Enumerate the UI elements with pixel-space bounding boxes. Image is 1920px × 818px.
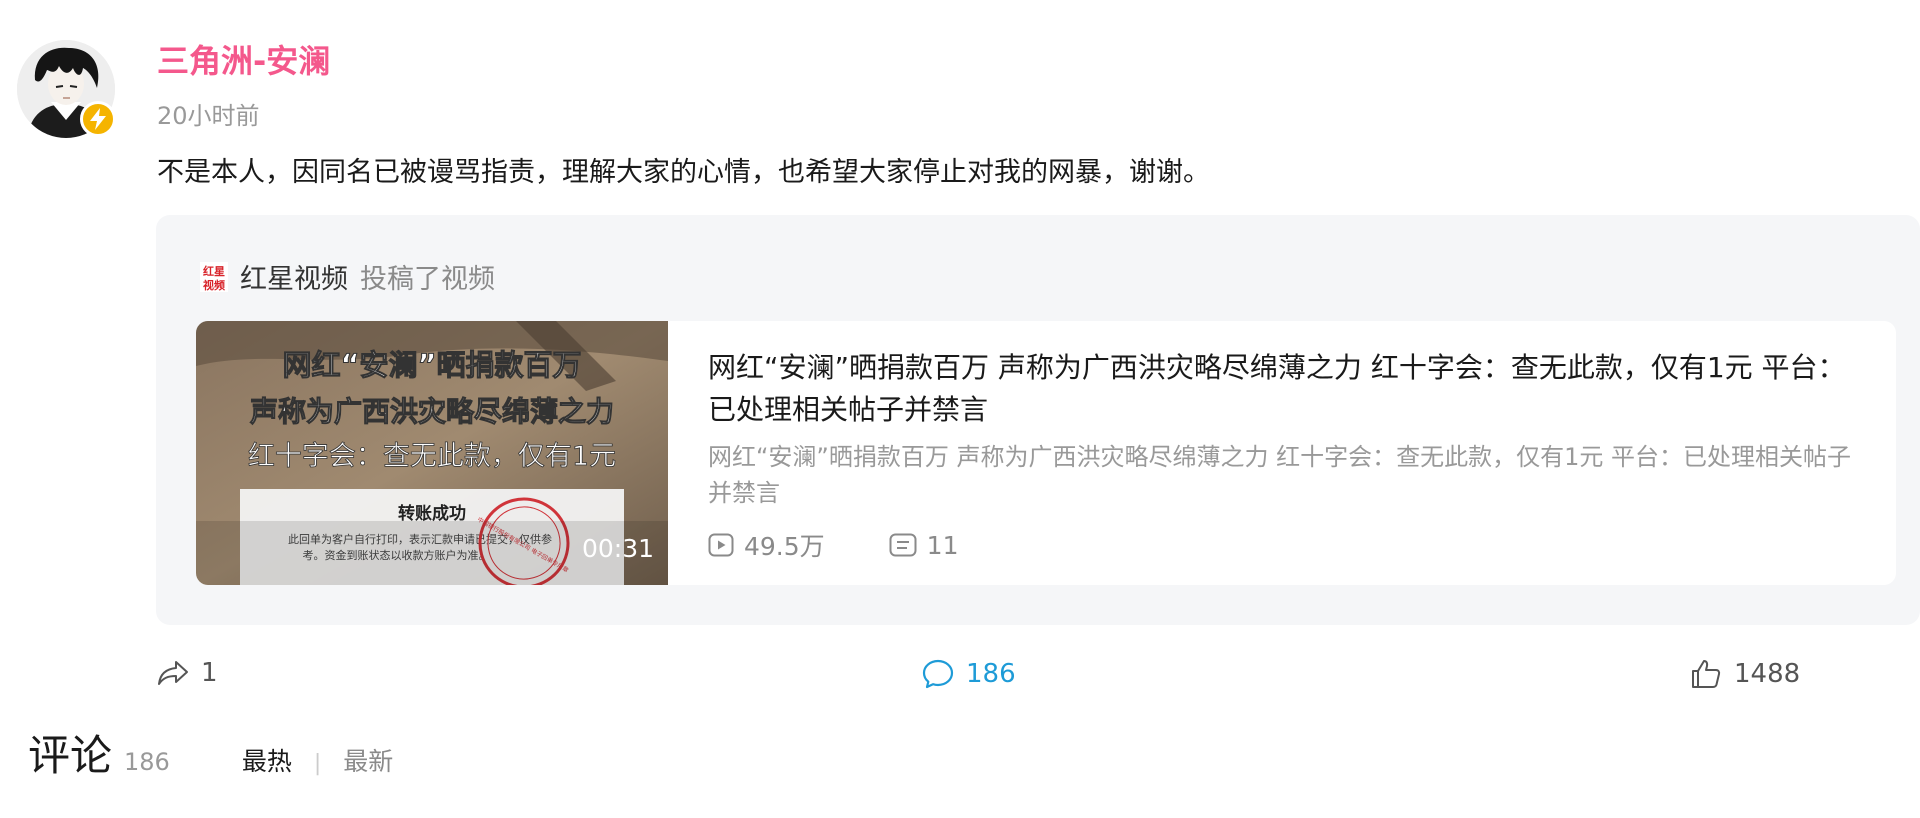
- svg-text:视频: 视频: [203, 278, 225, 292]
- thumb-title-line1: 网红“安澜”晒捐款百万: [282, 348, 581, 382]
- danmaku-count-value: 11: [926, 530, 959, 560]
- shared-video-card[interactable]: 红星 视频 红星视频 投稿了视频 网红“安澜”晒捐款百万 声称为广西洪灾略尽绵薄…: [156, 215, 1920, 625]
- like-button[interactable]: 1488: [1690, 658, 1800, 690]
- video-source-name[interactable]: 红星视频: [240, 257, 348, 296]
- view-count-value: 49.5万: [744, 532, 825, 561]
- comment-button[interactable]: 186: [922, 658, 1016, 690]
- sort-hot-tab[interactable]: 最热: [242, 742, 292, 778]
- play-count-icon: [708, 533, 734, 557]
- like-count: 1488: [1734, 659, 1801, 689]
- receipt-title: 转账成功: [398, 503, 466, 524]
- share-button[interactable]: 1: [157, 658, 218, 688]
- view-count: 49.5万: [708, 527, 825, 563]
- post-text: 不是本人，因同名已被谩骂指责，理解大家的心情，也希望大家停止对我的网暴，谢谢。: [157, 157, 1210, 188]
- danmaku-icon: [889, 533, 917, 557]
- share-count: 1: [201, 658, 218, 688]
- share-icon: [158, 661, 188, 685]
- thumb-title-line2: 声称为广西洪灾略尽绵薄之力: [250, 395, 614, 428]
- sort-divider: |: [313, 751, 322, 776]
- video-item[interactable]: 网红“安澜”晒捐款百万 声称为广西洪灾略尽绵薄之力 红十字会：查无此款，仅有1元…: [196, 321, 1896, 585]
- video-title[interactable]: 网红“安澜”晒捐款百万 声称为广西洪灾略尽绵薄之力 红十字会：查无此款，仅有1元…: [708, 347, 1868, 431]
- lightning-icon: [90, 108, 106, 130]
- comments-title: 评论: [28, 731, 113, 780]
- comments-header: 评论 186 最热 | 最新: [28, 722, 393, 783]
- svg-text:红星: 红星: [203, 264, 225, 278]
- video-stats: 49.5万 11: [708, 527, 1022, 563]
- video-duration: 00:31: [581, 534, 654, 563]
- post-action-bar: 1 186 1488: [0, 650, 1920, 700]
- danmaku-count: 11: [889, 530, 959, 560]
- comment-icon: [922, 659, 954, 689]
- verified-badge: [80, 101, 116, 137]
- username[interactable]: 三角洲-安澜: [157, 36, 330, 82]
- video-source[interactable]: 红星 视频 红星视频 投稿了视频: [200, 257, 495, 296]
- thumbs-up-icon: [1692, 660, 1721, 688]
- post-timestamp: 20小时前: [157, 102, 260, 130]
- thumb-title-line3: 红十字会：查无此款，仅有1元: [248, 441, 616, 472]
- video-source-action: 投稿了视频: [360, 264, 495, 295]
- comments-sort: 最热 | 最新: [242, 742, 393, 778]
- hongxing-video-logo-icon: 红星 视频: [200, 261, 228, 292]
- comments-count: 186: [124, 748, 170, 776]
- comment-count: 186: [966, 659, 1016, 689]
- sort-new-tab[interactable]: 最新: [343, 742, 393, 778]
- video-description: 网红“安澜”晒捐款百万 声称为广西洪灾略尽绵薄之力 红十字会：查无此款，仅有1元…: [708, 443, 1852, 507]
- video-thumbnail[interactable]: 网红“安澜”晒捐款百万 声称为广西洪灾略尽绵薄之力 红十字会：查无此款，仅有1元…: [196, 321, 668, 585]
